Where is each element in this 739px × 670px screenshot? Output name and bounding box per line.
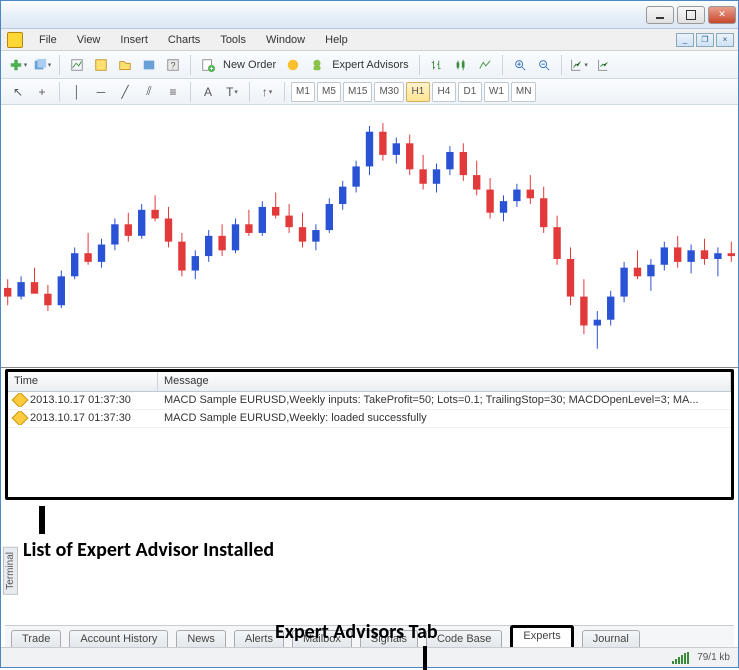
terminal-rows: 2013.10.17 01:37:30 MACD Sample EURUSD,We… [8,392,731,428]
horizontal-line-tool[interactable]: ─ [90,81,112,103]
toolbar-main: ? New Order Expert Advisors [1,51,738,79]
app-window: File View Insert Charts Tools Window Hel… [0,0,739,668]
toolbar-drawing-timeframes: ↖ + │ ─ ╱ ⫽ ≡ A T ↑ M1 M5 M15 M30 H1 H4 … [1,79,738,105]
text-tool[interactable]: A [197,81,219,103]
auto-scroll-button[interactable] [568,54,590,76]
window-maximize-button[interactable] [677,6,705,24]
window-close-button[interactable] [708,6,736,24]
annotation-list: List of Expert Advisor Installed [23,538,274,562]
app-icon [7,32,23,48]
new-order-label[interactable]: New Order [221,59,280,71]
new-order-icon[interactable] [197,54,219,76]
timeframe-m5[interactable]: M5 [317,82,341,102]
new-chart-button[interactable] [7,54,29,76]
timeframe-m1[interactable]: M1 [291,82,315,102]
chart-shift-button[interactable] [592,54,614,76]
window-minimize-button[interactable] [646,6,674,24]
text-label-tool[interactable]: T [221,81,243,103]
menu-tools[interactable]: Tools [210,32,256,48]
tab-news[interactable]: News [176,630,226,647]
fibonacci-tool[interactable]: ≡ [162,81,184,103]
trendline-tool[interactable]: ╱ [114,81,136,103]
connection-strength-icon [672,652,689,664]
tab-account-history[interactable]: Account History [69,630,168,647]
terminal-header: Time Message [8,372,731,392]
annotation-tabs: Expert Advisors Tab [275,620,438,644]
log-row[interactable]: 2013.10.17 01:37:30 MACD Sample EURUSD,We… [8,410,731,428]
log-time: 2013.10.17 01:37:30 [30,412,131,424]
traffic-label: 79/1 kb [697,652,730,663]
cursor-tool[interactable]: ↖ [7,81,29,103]
warning-icon [12,393,29,407]
menu-help[interactable]: Help [315,32,358,48]
candlestick-button[interactable] [450,54,472,76]
timeframe-m30[interactable]: M30 [374,82,403,102]
metaquotes-button[interactable] [282,54,304,76]
timeframe-h1[interactable]: H1 [406,82,430,102]
menu-window[interactable]: Window [256,32,315,48]
price-chart[interactable] [1,105,738,368]
menu-view[interactable]: View [67,32,111,48]
mdi-restore-button[interactable]: ❐ [696,33,714,47]
line-chart-button[interactable] [474,54,496,76]
expert-advisors-icon[interactable] [306,54,328,76]
timeframe-w1[interactable]: W1 [484,82,509,102]
expert-advisors-label[interactable]: Expert Advisors [330,59,412,71]
mdi-close-button[interactable]: × [716,33,734,47]
arrows-tool[interactable]: ↑ [256,81,278,103]
crosshair-tool[interactable]: + [31,81,53,103]
menu-insert[interactable]: Insert [110,32,158,48]
timeframe-h4[interactable]: H4 [432,82,456,102]
equidistant-channel-tool[interactable]: ⫽ [138,81,160,103]
zoom-out-button[interactable] [533,54,555,76]
market-watch-button[interactable] [66,54,88,76]
vertical-line-tool[interactable]: │ [66,81,88,103]
warning-icon [12,411,29,425]
log-message: MACD Sample EURUSD,Weekly inputs: TakePr… [158,393,731,407]
terminal-panel: Time Message 2013.10.17 01:37:30 MACD Sam… [5,369,734,500]
profiles-button[interactable] [31,54,53,76]
col-message[interactable]: Message [158,372,731,391]
titlebar [1,1,738,29]
bar-chart-button[interactable] [426,54,448,76]
timeframe-d1[interactable]: D1 [458,82,482,102]
zoom-in-button[interactable] [509,54,531,76]
tab-trade[interactable]: Trade [11,630,61,647]
menu-file[interactable]: File [29,32,67,48]
status-bar: 79/1 kb [1,647,738,667]
log-row[interactable]: 2013.10.17 01:37:30 MACD Sample EURUSD,We… [8,392,731,410]
log-message: MACD Sample EURUSD,Weekly: loaded succes… [158,411,731,425]
timeframe-m15[interactable]: M15 [343,82,372,102]
navigator-button[interactable] [114,54,136,76]
svg-text:?: ? [171,60,176,70]
data-window-button[interactable] [90,54,112,76]
log-time: 2013.10.17 01:37:30 [30,394,131,406]
menubar: File View Insert Charts Tools Window Hel… [1,29,738,51]
terminal-side-label[interactable]: Terminal [3,547,18,595]
timeframe-mn[interactable]: MN [511,82,537,102]
mdi-minimize-button[interactable]: _ [676,33,694,47]
col-time[interactable]: Time [8,372,158,391]
menu-charts[interactable]: Charts [158,32,210,48]
terminal-button[interactable] [138,54,160,76]
tab-journal[interactable]: Journal [582,630,640,647]
strategy-tester-button[interactable]: ? [162,54,184,76]
